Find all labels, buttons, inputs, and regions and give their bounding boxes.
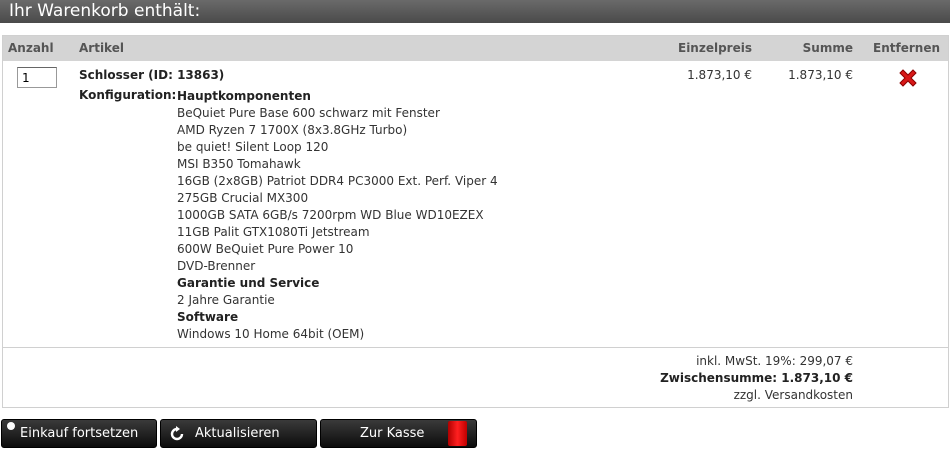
configuration-section-heading: Software: [177, 310, 239, 324]
cart-title-bar: Ihr Warenkorb enthält:: [0, 0, 950, 23]
configuration-line: 1000GB SATA 6GB/s 7200rpm WD Blue WD10EZ…: [177, 208, 484, 222]
line-sum: 1.873,10 €: [788, 68, 853, 82]
refresh-icon: [170, 426, 184, 441]
vat-amount: inkl. MwSt. 19%: 299,07 €: [696, 354, 853, 368]
configuration-label: Konfiguration:: [79, 88, 177, 102]
configuration-line: 275GB Crucial MX300: [177, 191, 309, 205]
cart-table: Anzahl Artikel Einzelpreis Summe Entfern…: [2, 35, 949, 408]
product-name: Schlosser (ID: 13863): [79, 68, 225, 82]
checkout-label: Zur Kasse: [360, 426, 425, 441]
cart-totals: inkl. MwSt. 19%: 299,07 € Zwischensumme:…: [660, 353, 853, 404]
configuration-section-heading: Garantie und Service: [177, 276, 320, 290]
remove-x-icon: [899, 69, 917, 87]
configuration-line: MSI B350 Tomahawk: [177, 157, 301, 171]
table-header: Anzahl Artikel Einzelpreis Summe Entfern…: [3, 36, 948, 61]
configuration-line: 16GB (2x8GB) Patriot DDR4 PC3000 Ext. Pe…: [177, 174, 498, 188]
column-header-article: Artikel: [79, 41, 124, 55]
configuration-line: be quiet! Silent Loop 120: [177, 140, 329, 154]
configuration-line: 600W BeQuiet Pure Power 10: [177, 242, 354, 256]
checkout-button[interactable]: Zur Kasse: [320, 419, 477, 448]
column-header-sum: Summe: [802, 41, 853, 55]
quantity-input[interactable]: [17, 67, 57, 88]
column-header-qty: Anzahl: [8, 41, 54, 55]
column-header-remove: Entfernen: [873, 41, 940, 55]
configuration-line: AMD Ryzen 7 1700X (8x3.8GHz Turbo): [177, 123, 408, 137]
configuration-line: Windows 10 Home 64bit (OEM): [177, 327, 365, 341]
continue-shopping-button[interactable]: Einkauf fortsetzen: [1, 419, 157, 448]
continue-shopping-label: Einkauf fortsetzen: [20, 426, 139, 441]
subtotal-amount: Zwischensumme: 1.873,10 €: [660, 371, 853, 385]
dot-icon: [7, 422, 15, 430]
checkout-accent: [448, 421, 467, 446]
remove-item-button[interactable]: [897, 67, 919, 89]
shipping-note: zzgl. Versandkosten: [733, 388, 853, 402]
configuration-line: 11GB Palit GTX1080Ti Jetstream: [177, 225, 370, 239]
cart-title: Ihr Warenkorb enthält:: [9, 1, 201, 21]
update-cart-button[interactable]: Aktualisieren: [160, 419, 317, 448]
configuration-line: DVD-Brenner: [177, 259, 256, 273]
unit-price: 1.873,10 €: [687, 68, 752, 82]
column-header-unit-price: Einzelpreis: [678, 41, 752, 55]
configuration-section-heading: Hauptkomponenten: [177, 89, 311, 103]
configuration-list: Hauptkomponenten BeQuiet Pure Base 600 sc…: [177, 88, 498, 343]
update-cart-label: Aktualisieren: [195, 426, 280, 441]
configuration-line: BeQuiet Pure Base 600 schwarz mit Fenste…: [177, 106, 440, 120]
configuration-line: 2 Jahre Garantie: [177, 293, 275, 307]
totals-divider: [3, 347, 948, 348]
